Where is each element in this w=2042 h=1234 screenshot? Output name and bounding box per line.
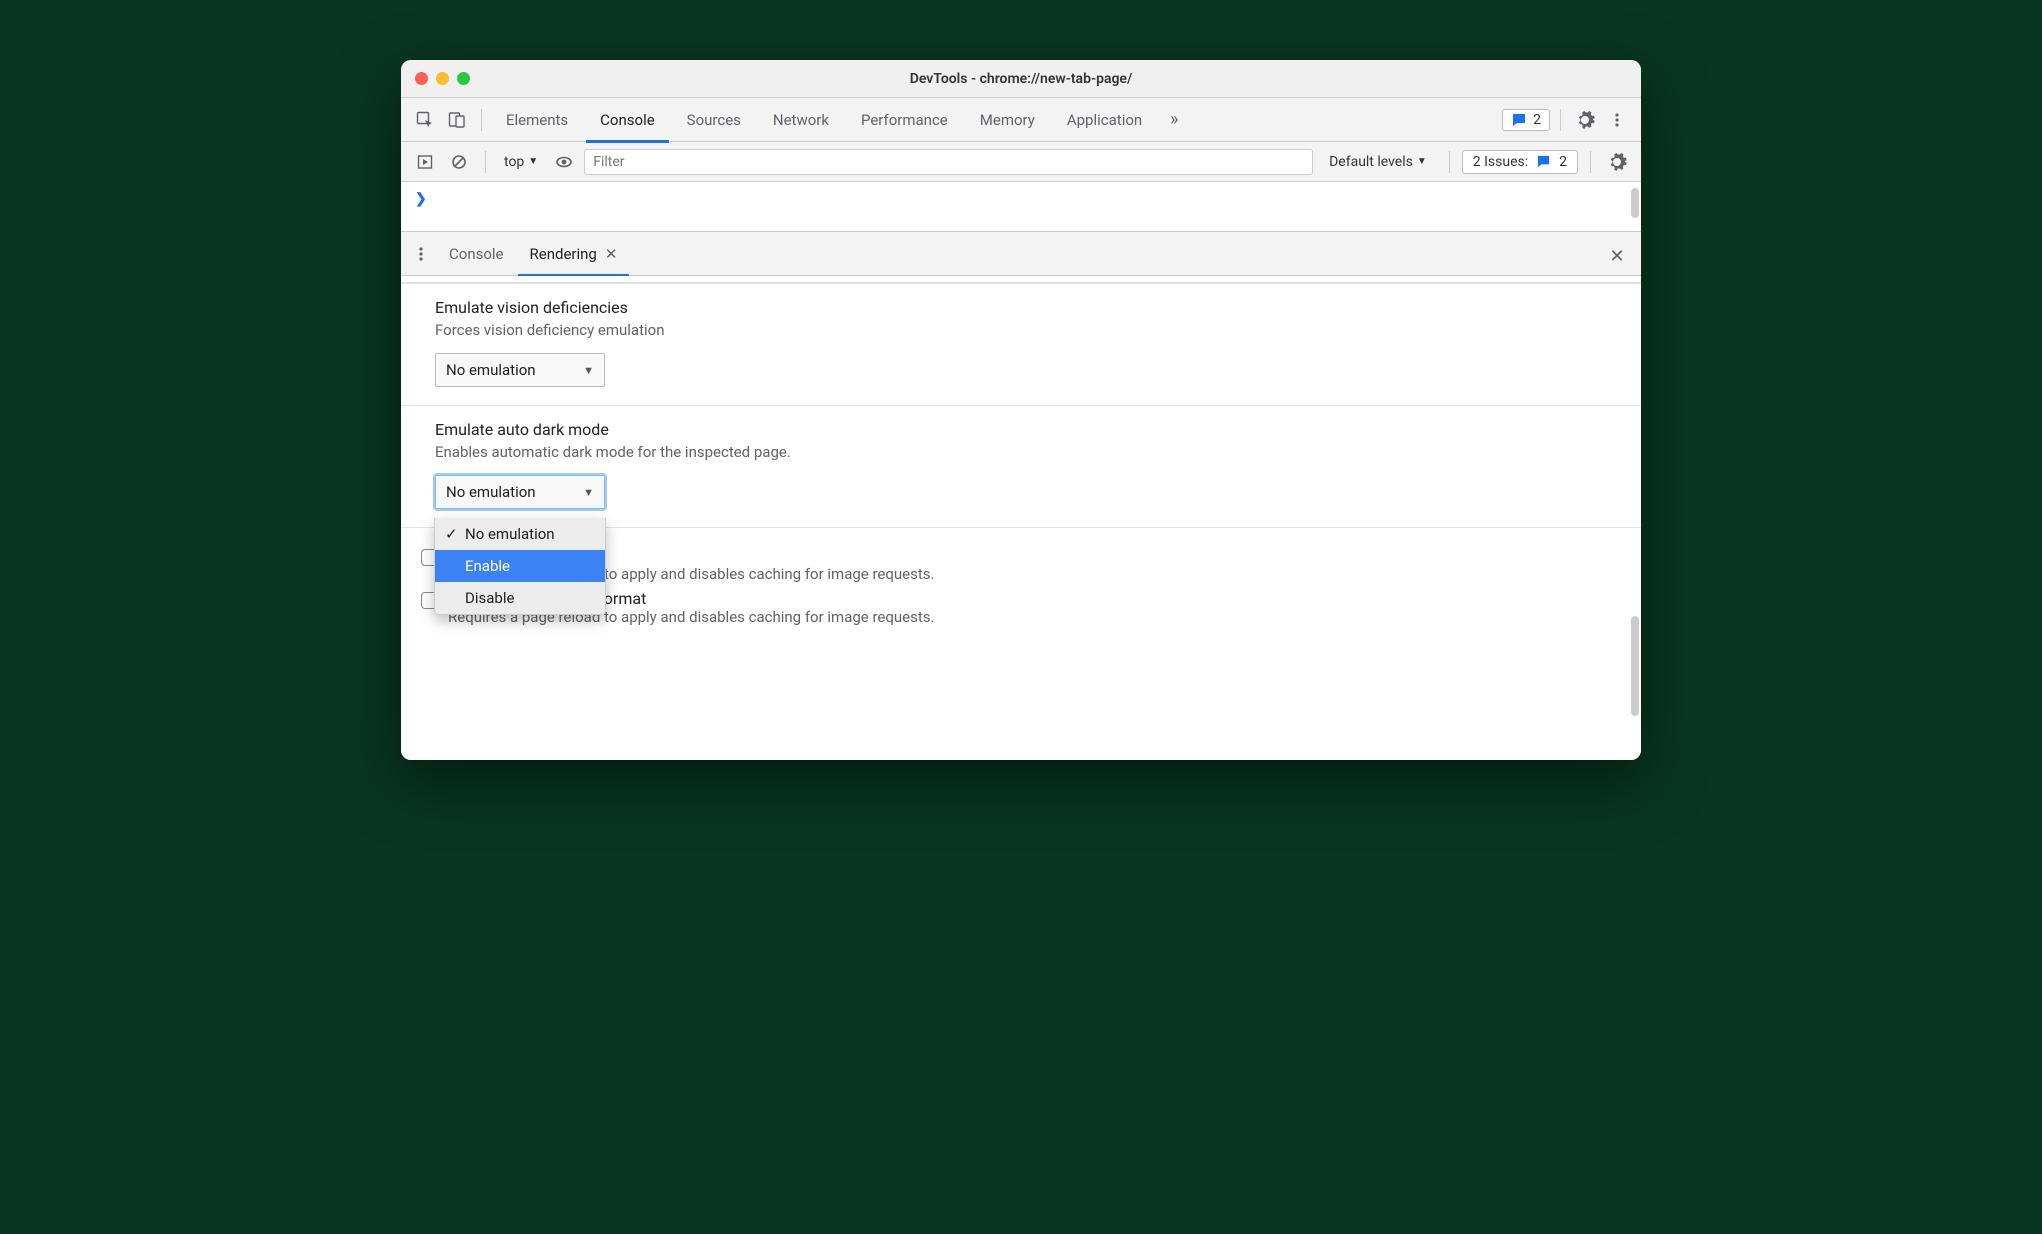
- menu-item-no-emulation[interactable]: ✓ No emulation: [435, 518, 605, 550]
- close-window-button[interactable]: [415, 72, 428, 85]
- context-selector[interactable]: top ▼: [498, 154, 544, 170]
- tab-console[interactable]: Console: [586, 98, 669, 142]
- settings-icon[interactable]: [1571, 106, 1599, 134]
- tab-network[interactable]: Network: [759, 98, 843, 142]
- vision-deficiency-select[interactable]: No emulation ▼: [435, 353, 605, 387]
- minimize-window-button[interactable]: [436, 72, 449, 85]
- rendering-panel: Emulate vision deficiencies Forces visio…: [401, 276, 1641, 760]
- message-icon: [1511, 112, 1527, 128]
- separator: [481, 109, 482, 131]
- menu-item-label: Enable: [465, 557, 510, 575]
- filter-input[interactable]: [584, 149, 1313, 175]
- drawer-tab-rendering[interactable]: Rendering ✕: [518, 232, 630, 276]
- section-desc: Forces vision deficiency emulation: [435, 321, 1641, 339]
- main-tabs: Elements Console Sources Network Perform…: [401, 98, 1641, 142]
- dark-mode-select[interactable]: No emulation ▼: [435, 475, 605, 509]
- select-value: No emulation: [446, 483, 536, 501]
- inspect-element-icon[interactable]: [411, 106, 439, 134]
- tab-elements[interactable]: Elements: [492, 98, 582, 142]
- close-tab-icon[interactable]: ✕: [605, 245, 618, 263]
- levels-label: Default levels: [1329, 154, 1413, 170]
- kebab-menu-icon[interactable]: [1603, 106, 1631, 134]
- toggle-sidebar-icon[interactable]: [411, 148, 439, 176]
- select-value: No emulation: [446, 361, 536, 379]
- device-toggle-icon[interactable]: [443, 106, 471, 134]
- clear-console-icon[interactable]: [445, 148, 473, 176]
- drawer-tabs: Console Rendering ✕ ✕: [401, 232, 1641, 276]
- issues-badge[interactable]: 2 Issues: 2: [1462, 150, 1578, 174]
- drawer-menu-icon[interactable]: [407, 240, 435, 268]
- chevron-down-icon: ▼: [583, 486, 594, 499]
- chevron-down-icon: ▼: [583, 364, 594, 377]
- tab-sources[interactable]: Sources: [673, 98, 755, 142]
- prompt-caret-icon: ❯: [415, 191, 427, 207]
- titlebar: DevTools - chrome://new-tab-page/: [401, 60, 1641, 98]
- drawer-tab-label: Rendering: [530, 245, 597, 263]
- section-title: Emulate vision deficiencies: [435, 298, 1641, 317]
- live-expression-icon[interactable]: [550, 148, 578, 176]
- chevron-down-icon: ▼: [528, 156, 538, 167]
- menu-item-label: No emulation: [465, 525, 555, 543]
- drawer-tab-console[interactable]: Console: [437, 232, 516, 276]
- separator: [485, 151, 486, 173]
- zoom-window-button[interactable]: [457, 72, 470, 85]
- issues-count: 2: [1559, 154, 1567, 170]
- section-vision-deficiencies: Emulate vision deficiencies Forces visio…: [401, 282, 1641, 405]
- traffic-lights: [415, 72, 470, 85]
- window-title: DevTools - chrome://new-tab-page/: [401, 71, 1641, 87]
- more-tabs-icon[interactable]: »: [1160, 106, 1188, 134]
- log-levels-selector[interactable]: Default levels ▼: [1319, 154, 1437, 170]
- dark-mode-select-menu: ✓ No emulation Enable Disable: [434, 518, 606, 615]
- separator: [1560, 109, 1561, 131]
- menu-item-disable[interactable]: Disable: [435, 582, 605, 614]
- menu-item-enable[interactable]: Enable: [435, 550, 605, 582]
- tab-application[interactable]: Application: [1053, 98, 1156, 142]
- messages-badge[interactable]: 2: [1502, 109, 1550, 131]
- context-label: top: [504, 154, 524, 170]
- devtools-window: DevTools - chrome://new-tab-page/ Elemen…: [401, 60, 1641, 760]
- message-icon: [1536, 154, 1551, 169]
- console-settings-icon[interactable]: [1603, 148, 1631, 176]
- scrollbar[interactable]: [1631, 616, 1639, 716]
- issues-label: 2 Issues:: [1473, 154, 1528, 170]
- tab-memory[interactable]: Memory: [966, 98, 1049, 142]
- separator: [1449, 151, 1450, 173]
- scrollbar[interactable]: [1631, 188, 1639, 218]
- section-title: Emulate auto dark mode: [435, 420, 1641, 439]
- console-body[interactable]: ❯: [401, 182, 1641, 232]
- check-icon: ✓: [445, 525, 459, 543]
- chevron-down-icon: ▼: [1417, 156, 1427, 167]
- separator: [1590, 151, 1591, 173]
- section-auto-dark-mode: Emulate auto dark mode Enables automatic…: [401, 405, 1641, 527]
- menu-item-label: Disable: [465, 589, 514, 607]
- tab-performance[interactable]: Performance: [847, 98, 962, 142]
- messages-count: 2: [1533, 112, 1541, 128]
- console-toolbar: top ▼ Default levels ▼ 2 Issues: 2: [401, 142, 1641, 182]
- close-drawer-icon[interactable]: ✕: [1603, 242, 1631, 270]
- section-desc: Enables automatic dark mode for the insp…: [435, 443, 1641, 461]
